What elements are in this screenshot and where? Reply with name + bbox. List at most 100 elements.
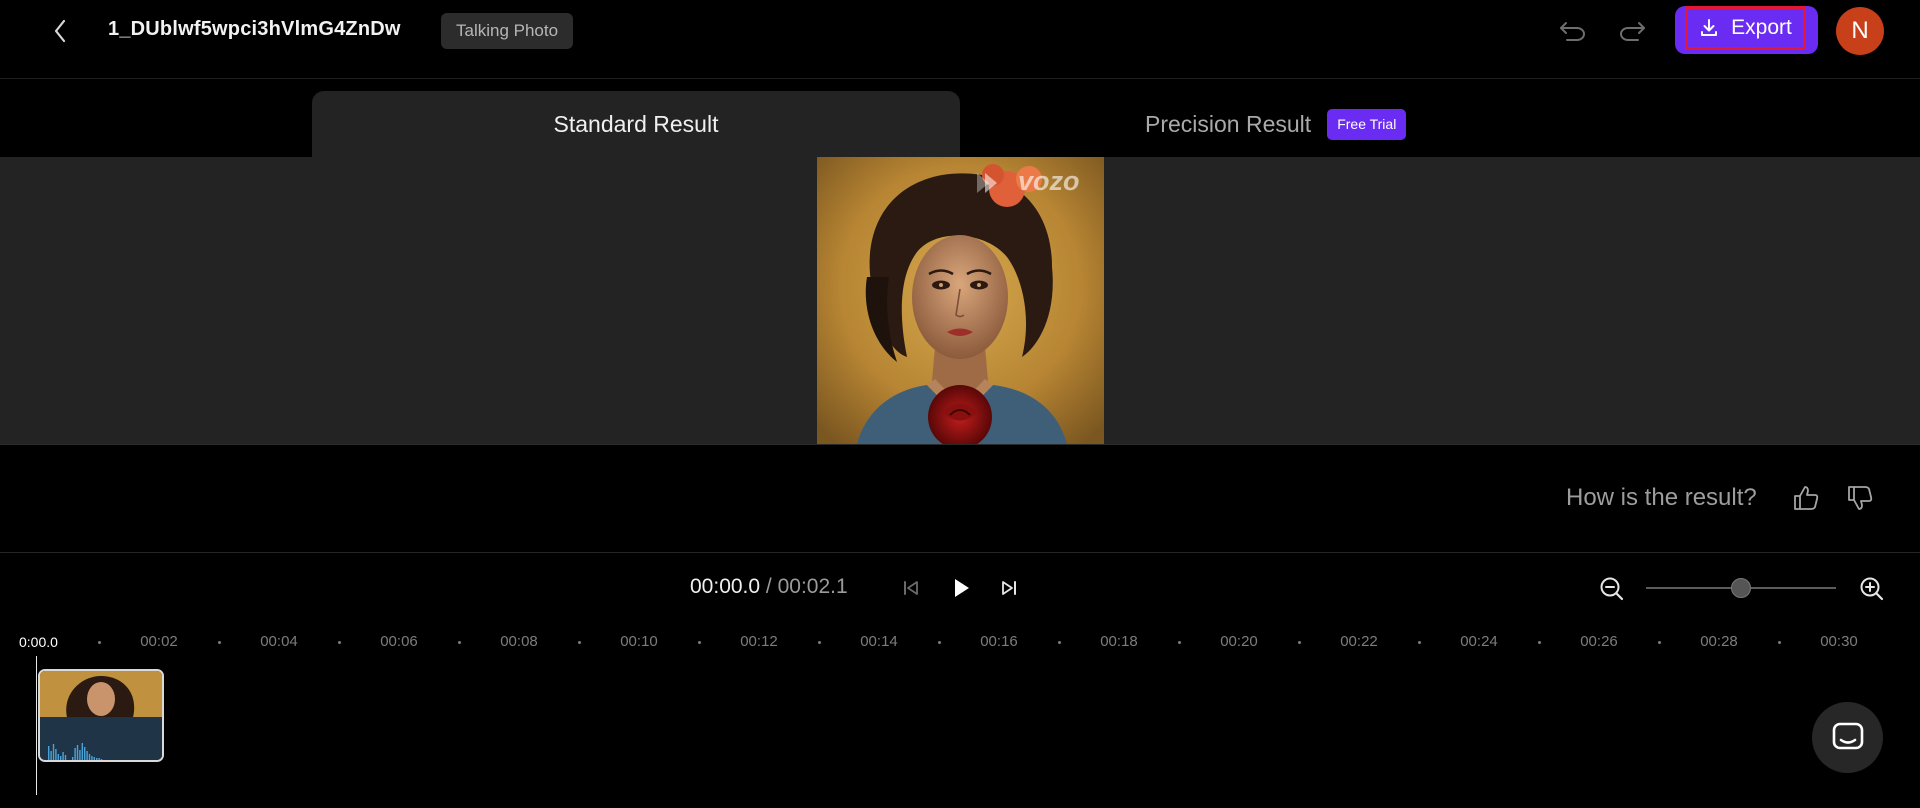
ruler-tick-label: 00:10 xyxy=(620,633,658,650)
ruler-tick-label: 00:18 xyxy=(1100,633,1138,650)
skip-back-icon xyxy=(904,581,918,595)
waveform-bar xyxy=(96,758,98,760)
waveform-bar xyxy=(50,751,52,760)
ruler-tick-label: 00:22 xyxy=(1340,633,1378,650)
time-display: 00:00.0 / 00:02.1 xyxy=(690,575,848,599)
ruler-dot xyxy=(1058,641,1061,644)
ruler-dot xyxy=(1538,641,1541,644)
timeline-ruler[interactable]: 0:00.0 00:02 00:04 00:06 00:08 00:10 00:12 00:… xyxy=(0,630,1920,656)
waveform-bar xyxy=(79,750,81,760)
waveform-bar xyxy=(60,756,62,760)
export-label: Export xyxy=(1731,16,1792,39)
preview-stage: vozo xyxy=(0,157,1920,444)
waveform-bar xyxy=(62,752,64,760)
waveform-bar xyxy=(91,756,93,760)
waveform-bar xyxy=(52,744,55,760)
ruler-dot xyxy=(1418,641,1421,644)
preview-image: vozo xyxy=(817,157,1104,444)
ruler-tick-label: 00:14 xyxy=(860,633,898,650)
thumbs-up-button[interactable] xyxy=(1791,483,1821,513)
redo-icon xyxy=(1620,22,1645,41)
chat-support-button[interactable] xyxy=(1812,702,1883,773)
zoom-in-button[interactable] xyxy=(1858,575,1885,602)
ruler-dot xyxy=(818,641,821,644)
video-clip[interactable] xyxy=(38,669,164,762)
current-time: 00:00.0 xyxy=(690,575,761,598)
feedback-question: How is the result? xyxy=(1566,484,1757,511)
zoom-in-icon xyxy=(1860,577,1884,601)
skip-forward-icon xyxy=(1002,581,1016,595)
free-trial-badge: Free Trial xyxy=(1327,108,1407,140)
zoom-out-button[interactable] xyxy=(1598,575,1625,602)
ruler-dot xyxy=(698,641,701,644)
time-separator: / xyxy=(765,575,772,598)
waveform-bar xyxy=(57,754,59,760)
waveform-bar xyxy=(81,743,83,760)
playhead[interactable] xyxy=(36,656,37,795)
tab-precision-result[interactable]: Precision Result Free Trial xyxy=(1145,91,1407,157)
export-button[interactable]: Export xyxy=(1675,6,1818,54)
waveform-bar xyxy=(48,746,50,760)
playhead-time: 0:00.0 xyxy=(19,634,58,650)
waveform-bar xyxy=(93,757,95,760)
waveform-bar xyxy=(100,759,103,760)
ruler-tick-label: 00:20 xyxy=(1220,633,1258,650)
vozo-watermark: vozo xyxy=(1018,166,1080,196)
top-header: 1_DUblwf5wpci3hVlmG4ZnDw Talking Photo E… xyxy=(0,0,1920,79)
chevron-left-icon xyxy=(54,19,66,43)
timeline-divider xyxy=(0,552,1920,553)
ruler-tick-label: 00:04 xyxy=(260,633,298,650)
waveform-bar xyxy=(84,747,86,760)
ruler-tick-label: 00:26 xyxy=(1580,633,1618,650)
back-button[interactable] xyxy=(46,16,74,46)
play-icon xyxy=(955,579,969,597)
user-avatar[interactable]: N xyxy=(1836,7,1884,55)
stage-border xyxy=(0,444,1920,445)
skip-to-start-button[interactable] xyxy=(899,577,923,599)
undo-button[interactable] xyxy=(1555,16,1591,46)
ruler-dot xyxy=(218,641,221,644)
export-button-content: Export xyxy=(1685,6,1806,50)
waveform-bar xyxy=(55,749,57,760)
ruler-dot xyxy=(578,641,581,644)
ruler-tick-label: 00:30 xyxy=(1820,633,1858,650)
ruler-tick-label: 00:02 xyxy=(140,633,178,650)
chat-icon xyxy=(1832,722,1863,749)
thumbs-down-icon xyxy=(1848,486,1873,510)
total-time: 00:02.1 xyxy=(777,575,848,598)
ruler-tick-label: 00:28 xyxy=(1700,633,1738,650)
ruler-dot xyxy=(1658,641,1661,644)
ruler-dot xyxy=(458,641,461,644)
ruler-dot xyxy=(1298,641,1301,644)
ruler-dot xyxy=(338,641,341,644)
waveform-bar xyxy=(76,745,79,760)
waveform-bar xyxy=(74,748,76,760)
ruler-dot xyxy=(1178,641,1181,644)
project-title: 1_DUblwf5wpci3hVlmG4ZnDw xyxy=(108,18,401,40)
zoom-slider[interactable] xyxy=(1646,578,1836,598)
waveform-bar xyxy=(86,751,88,760)
play-button[interactable] xyxy=(948,575,974,601)
tab-standard-result[interactable]: Standard Result xyxy=(312,91,960,157)
ruler-dot xyxy=(1778,641,1781,644)
zoom-handle[interactable] xyxy=(1731,578,1751,598)
waveform-bar xyxy=(98,758,100,760)
waveform-bar xyxy=(72,757,74,760)
portrait-illustration: vozo xyxy=(817,157,1104,444)
ruler-dot xyxy=(938,641,941,644)
zoom-out-icon xyxy=(1600,577,1624,601)
mode-tag: Talking Photo xyxy=(441,13,574,49)
ruler-tick-label: 00:08 xyxy=(500,633,538,650)
waveform-bar xyxy=(64,755,67,760)
undo-icon xyxy=(1560,22,1585,41)
redo-button[interactable] xyxy=(1614,16,1650,46)
ruler-tick-label: 00:16 xyxy=(980,633,1018,650)
ruler-tick-label: 00:06 xyxy=(380,633,418,650)
skip-to-end-button[interactable] xyxy=(997,577,1021,599)
ruler-tick-label: 00:12 xyxy=(740,633,778,650)
download-icon xyxy=(1701,19,1718,36)
ruler-dot xyxy=(98,641,101,644)
waveform-bar xyxy=(88,754,91,760)
thumbs-down-button[interactable] xyxy=(1845,483,1875,513)
tab-precision-label: Precision Result xyxy=(1145,110,1312,137)
